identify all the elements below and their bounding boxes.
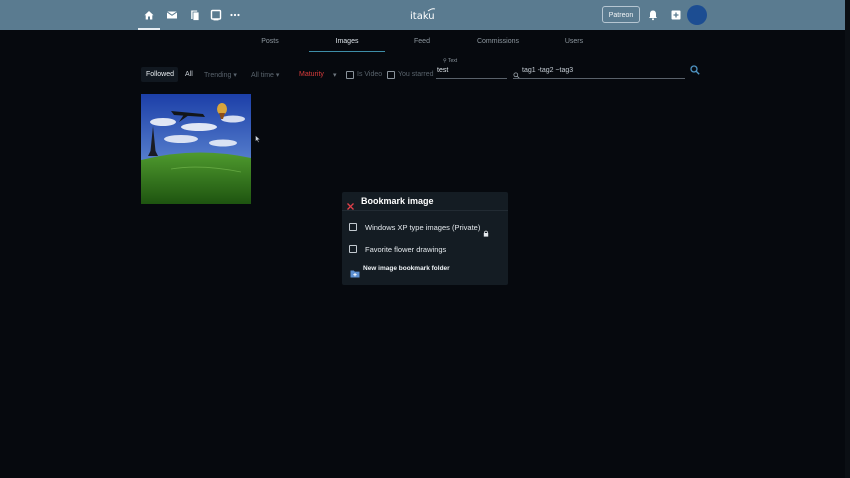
- text-field-label: ⚲ Text: [443, 58, 457, 64]
- text-search-input[interactable]: test: [437, 67, 448, 74]
- bookmarks-icon[interactable]: [189, 9, 201, 21]
- image-thumbnail[interactable]: [141, 94, 251, 204]
- text-field-label-text: Text: [447, 58, 458, 64]
- search-icon: ⚲: [443, 58, 447, 64]
- you-starred-checkbox[interactable]: [387, 71, 395, 79]
- is-video-checkbox[interactable]: [346, 71, 354, 79]
- dialog-title: Bookmark image: [361, 196, 434, 206]
- tab-feed[interactable]: Feed: [402, 38, 442, 45]
- lock-icon: [483, 224, 489, 237]
- maturity-label: Maturity: [299, 71, 324, 78]
- tab-active-indicator: [309, 51, 385, 52]
- tab-commissions[interactable]: Commissions: [468, 38, 528, 45]
- tags-search-input[interactable]: tag1 -tag2 ~tag3: [522, 67, 573, 74]
- home-active-indicator: [138, 28, 160, 30]
- tab-images[interactable]: Images: [309, 38, 385, 45]
- search-button-icon[interactable]: [690, 62, 700, 75]
- trending-label: Trending: [204, 72, 232, 79]
- bell-icon[interactable]: [647, 9, 659, 21]
- mouse-cursor: [255, 130, 261, 143]
- tab-posts[interactable]: Posts: [250, 38, 290, 45]
- text-field-underline: [436, 78, 507, 79]
- patreon-button[interactable]: Patreon: [602, 6, 640, 23]
- folder-label[interactable]: Favorite flower drawings: [365, 245, 446, 254]
- all-toggle[interactable]: All: [185, 71, 193, 78]
- tablet-icon[interactable]: [210, 9, 222, 21]
- is-video-label: Is Video: [357, 71, 383, 78]
- search-icon: [513, 66, 520, 79]
- home-icon[interactable]: [143, 9, 155, 21]
- all-time-label: All time: [251, 72, 274, 79]
- close-icon[interactable]: [346, 198, 355, 210]
- new-bookmark-folder-button[interactable]: New image bookmark folder: [363, 265, 450, 272]
- folder-checkbox[interactable]: [349, 245, 357, 253]
- dialog-divider: [342, 210, 508, 211]
- avatar[interactable]: [687, 5, 707, 25]
- add-box-icon[interactable]: [670, 9, 682, 21]
- you-starred-label: You starred: [398, 71, 434, 78]
- more-icon[interactable]: [229, 9, 241, 21]
- caret-down-icon[interactable]: ▾: [333, 71, 337, 79]
- svg-text:itaku: itaku: [410, 11, 435, 22]
- folder-label[interactable]: Windows XP type images (Private): [365, 223, 480, 232]
- followed-toggle[interactable]: Followed: [146, 71, 174, 78]
- logo[interactable]: itaku: [402, 6, 442, 24]
- folder-checkbox[interactable]: [349, 223, 357, 231]
- tab-users[interactable]: Users: [554, 38, 594, 45]
- scrollbar[interactable]: [845, 0, 850, 478]
- all-time-dropdown[interactable]: All time ▾: [251, 71, 279, 79]
- caret-down-icon: ▾: [233, 72, 237, 79]
- caret-down-icon: ▾: [275, 72, 280, 79]
- new-folder-icon[interactable]: [350, 265, 360, 278]
- tags-field-underline: [513, 78, 685, 79]
- mail-icon[interactable]: [166, 9, 178, 21]
- maturity-dropdown[interactable]: Maturity: [299, 71, 324, 78]
- trending-dropdown[interactable]: Trending ▾: [204, 71, 237, 79]
